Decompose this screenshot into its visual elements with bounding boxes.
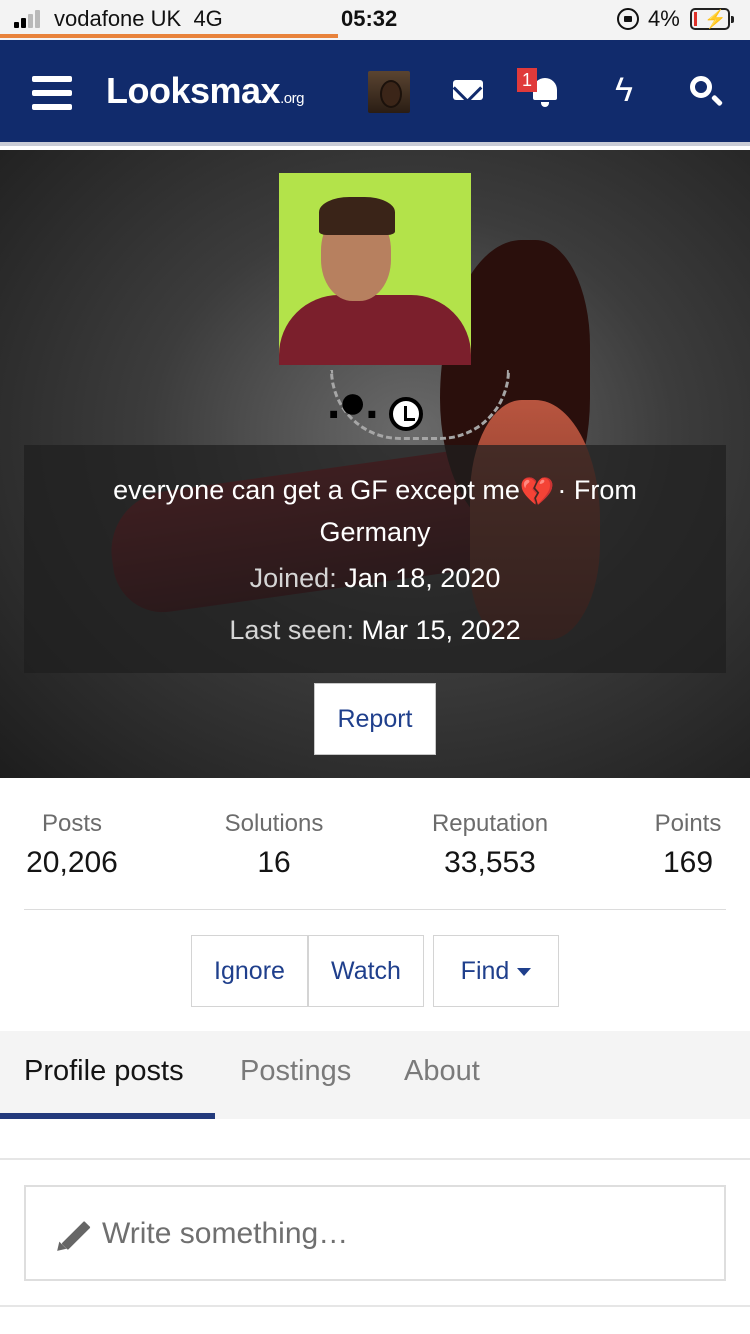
status-bar: vodafone UK 4G 05:32 4% ⚡ xyxy=(0,0,750,40)
input-placeholder: Write something… xyxy=(102,1217,349,1250)
site-logo[interactable]: Looksmax.org xyxy=(106,70,304,112)
stat-points[interactable]: Points 169 xyxy=(650,810,726,880)
stat-posts[interactable]: Posts 20,206 xyxy=(24,810,120,880)
divider xyxy=(0,1305,750,1307)
find-button[interactable]: Find xyxy=(433,935,559,1007)
tab-postings[interactable]: Postings xyxy=(240,1055,351,1088)
signal-strength-icon xyxy=(14,10,48,28)
stat-solutions[interactable]: Solutions 16 xyxy=(214,810,334,880)
profile-post-input[interactable]: Write something… xyxy=(24,1185,726,1281)
menu-icon[interactable] xyxy=(32,76,72,110)
divider xyxy=(0,1158,750,1160)
report-button[interactable]: Report xyxy=(314,683,436,755)
watch-button[interactable]: Watch xyxy=(308,935,424,1007)
ignore-button[interactable]: Ignore xyxy=(191,935,308,1007)
stat-reputation[interactable]: Reputation 33,553 xyxy=(420,810,560,880)
tab-about[interactable]: About xyxy=(404,1055,480,1088)
last-seen-line: Last seen: Mar 15, 2022 xyxy=(229,615,521,645)
username: .●. xyxy=(326,376,379,429)
active-tab-indicator xyxy=(0,1113,215,1119)
battery-percent: 4% xyxy=(648,6,680,31)
notification-badge: 1 xyxy=(517,68,537,92)
flash-icon[interactable]: ϟ xyxy=(602,68,646,112)
clock: 05:32 xyxy=(341,6,398,31)
tab-profile-posts[interactable]: Profile posts xyxy=(24,1055,184,1088)
joined-line: Joined: Jan 18, 2020 xyxy=(249,563,501,593)
pencil-icon xyxy=(56,1217,92,1253)
profile-banner: .●. everyone can get a GF except me💔 · F… xyxy=(0,150,750,778)
broken-heart-icon: 💔 xyxy=(519,475,555,507)
chevron-down-icon xyxy=(517,968,532,977)
history-icon[interactable] xyxy=(389,396,424,431)
user-avatar[interactable] xyxy=(368,71,410,113)
profile-avatar[interactable] xyxy=(279,173,471,365)
carrier-label: vodafone UK 4G xyxy=(54,6,223,31)
find-label: Find xyxy=(460,957,510,985)
profile-tabs: Profile posts Postings About xyxy=(0,1031,750,1119)
battery-icon: ⚡ xyxy=(690,8,734,30)
profile-stats: Posts 20,206 Solutions 16 Reputation 33,… xyxy=(24,810,726,910)
profile-info-box: everyone can get a GF except me💔 · From … xyxy=(24,445,726,673)
mail-icon[interactable] xyxy=(446,68,490,112)
custom-status: everyone can get a GF except me💔 · From … xyxy=(113,475,637,547)
page-load-progress xyxy=(0,34,338,38)
rotation-lock-icon xyxy=(617,8,639,30)
search-icon[interactable] xyxy=(682,68,726,112)
profile-name: .●. xyxy=(0,375,750,431)
site-header: Looksmax.org 1 ϟ xyxy=(0,40,750,146)
